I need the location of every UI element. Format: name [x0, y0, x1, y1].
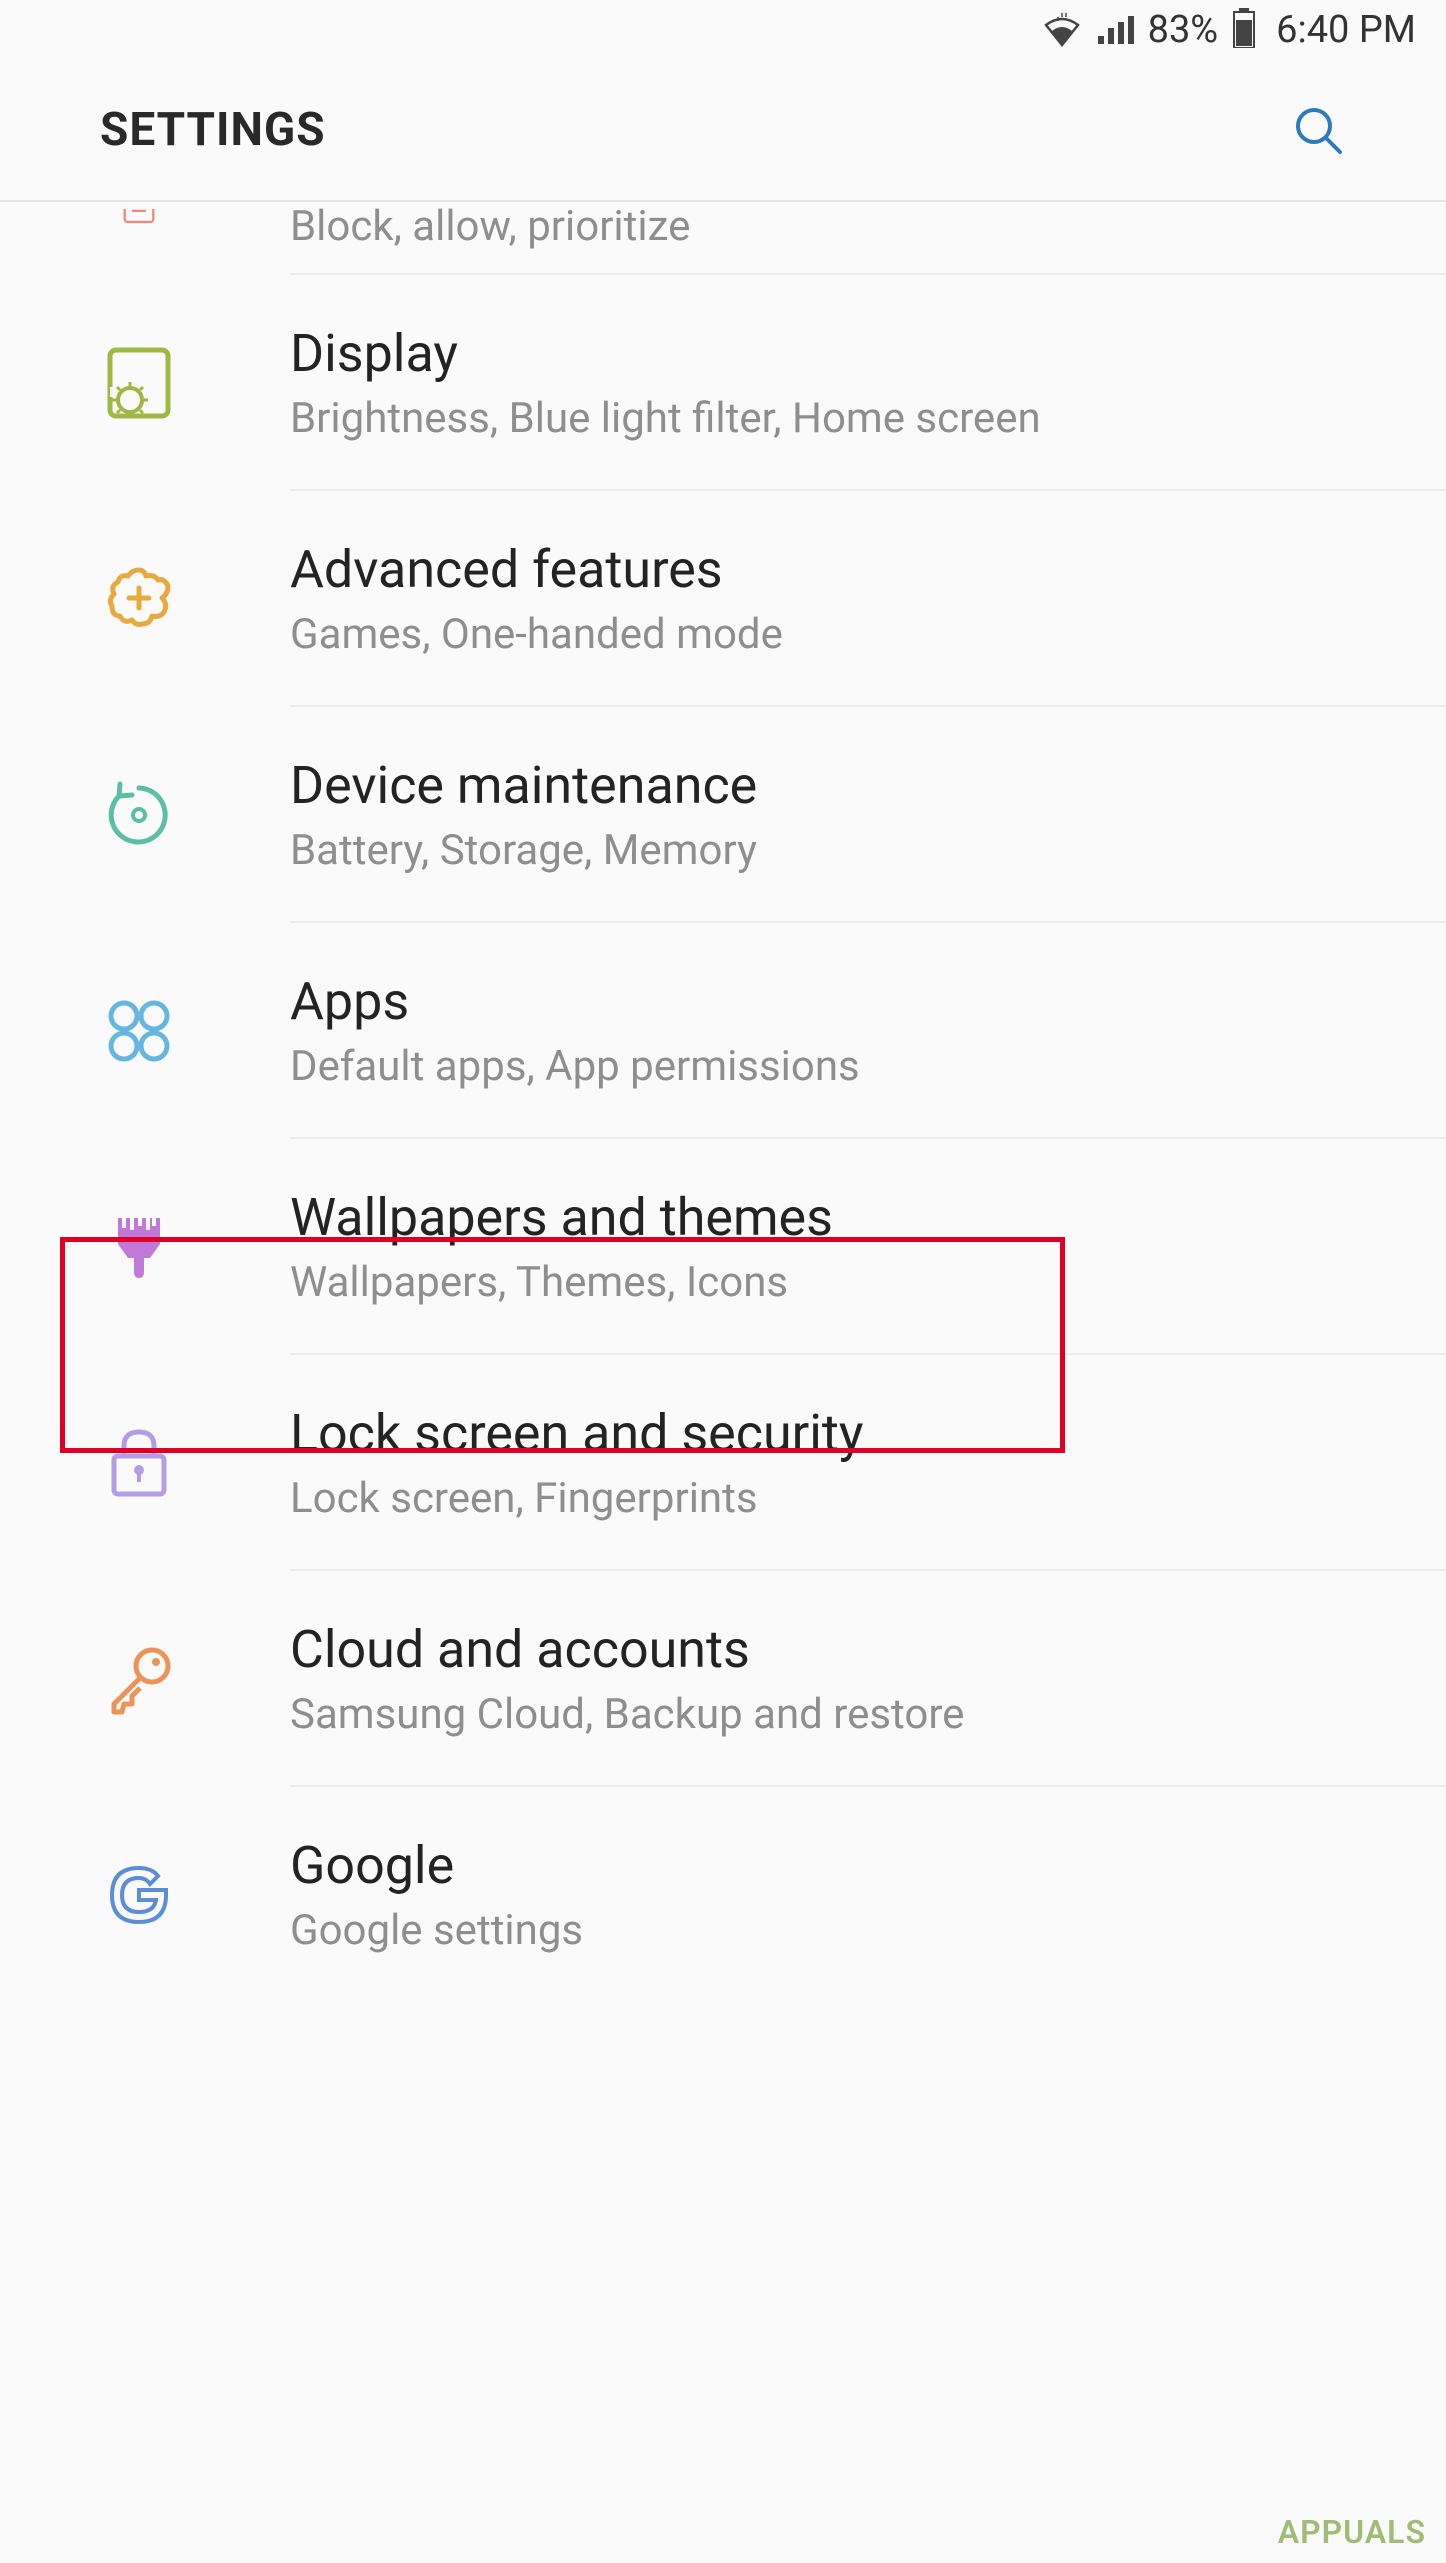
refresh-icon: [100, 776, 290, 854]
item-subtitle: Google settings: [290, 1906, 1446, 1955]
item-title: Lock screen and security: [290, 1403, 1446, 1464]
item-subtitle: Samsung Cloud, Backup and restore: [290, 1690, 1446, 1739]
item-title: Wallpapers and themes: [290, 1187, 1446, 1248]
app-header: SETTINGS: [0, 60, 1446, 200]
item-title: Google: [290, 1835, 1446, 1896]
brush-icon: [100, 1208, 290, 1286]
item-subtitle: Wallpapers, Themes, Icons: [290, 1258, 1446, 1307]
settings-item-device-maintenance[interactable]: Device maintenance Battery, Storage, Mem…: [0, 707, 1446, 923]
google-icon: [100, 1856, 290, 1934]
lock-icon: [100, 1424, 290, 1502]
search-button[interactable]: [1290, 102, 1346, 158]
wifi-icon: [1042, 13, 1082, 47]
item-subtitle: Games, One-handed mode: [290, 610, 1446, 659]
display-icon: [100, 344, 290, 422]
settings-item-advanced[interactable]: Advanced features Games, One-handed mode: [0, 491, 1446, 707]
settings-item-notifications[interactable]: Block, allow, prioritize: [0, 202, 1446, 275]
settings-item-wallpapers[interactable]: Wallpapers and themes Wallpapers, Themes…: [0, 1139, 1446, 1355]
item-title: Device maintenance: [290, 755, 1446, 816]
battery-percent: 83%: [1148, 8, 1219, 52]
settings-list: Block, allow, prioritize Display Brightn…: [0, 202, 1446, 2003]
apps-grid-icon: [100, 992, 290, 1070]
settings-item-cloud[interactable]: Cloud and accounts Samsung Cloud, Backup…: [0, 1571, 1446, 1787]
settings-item-display[interactable]: Display Brightness, Blue light filter, H…: [0, 275, 1446, 491]
item-subtitle: Block, allow, prioritize: [290, 202, 1446, 251]
settings-item-apps[interactable]: Apps Default apps, App permissions: [0, 923, 1446, 1139]
status-bar: 83% 6:40 PM: [0, 0, 1446, 60]
settings-item-google[interactable]: Google Google settings: [0, 1787, 1446, 2003]
plus-gear-icon: [100, 560, 290, 638]
watermark: APPUALS: [1278, 2513, 1426, 2551]
settings-item-lock-screen[interactable]: Lock screen and security Lock screen, Fi…: [0, 1355, 1446, 1571]
item-title: Cloud and accounts: [290, 1619, 1446, 1680]
item-subtitle: Battery, Storage, Memory: [290, 826, 1446, 875]
key-icon: [100, 1640, 290, 1718]
item-title: Advanced features: [290, 539, 1446, 600]
item-subtitle: Lock screen, Fingerprints: [290, 1474, 1446, 1523]
page-title: SETTINGS: [100, 103, 326, 157]
item-title: Apps: [290, 971, 1446, 1032]
item-subtitle: Brightness, Blue light filter, Home scre…: [290, 394, 1446, 443]
item-subtitle: Default apps, App permissions: [290, 1042, 1446, 1091]
signal-icon: [1096, 14, 1134, 46]
clock-time: 6:40 PM: [1276, 8, 1416, 52]
battery-icon: [1232, 8, 1256, 52]
notifications-icon: [100, 209, 290, 245]
item-title: Display: [290, 323, 1446, 384]
